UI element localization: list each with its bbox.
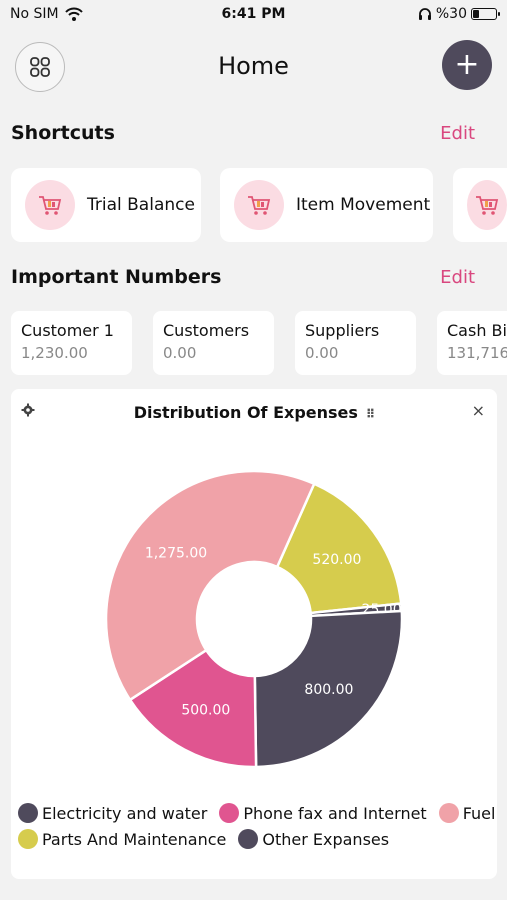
donut-slice-label: 800.00: [304, 682, 353, 698]
page-title: Home: [218, 52, 289, 80]
add-button[interactable]: +: [442, 40, 492, 90]
cart-icon: [39, 196, 62, 215]
status-right: %30: [418, 6, 500, 22]
number-card-suppliers[interactable]: Suppliers 0.00: [295, 311, 416, 375]
important-numbers-title: Important Numbers: [11, 266, 222, 288]
cart-icon: [248, 196, 271, 215]
shortcut-trial-balance[interactable]: Trial Balance: [11, 168, 201, 242]
legend-label: Fuel: [462, 803, 496, 823]
battery-icon: [471, 8, 500, 20]
headphones-icon: [418, 8, 431, 20]
cart-icon-badge: [234, 180, 284, 230]
number-card-customer-1[interactable]: Customer 1 1,230.00: [11, 311, 132, 375]
legend-label: Other Expanses: [262, 829, 390, 849]
shortcut-partial[interactable]: [453, 168, 507, 242]
cart-icon-badge: [467, 180, 507, 230]
cart-icon: [476, 196, 499, 215]
plus-icon: +: [454, 47, 480, 82]
legend-label: Electricity and water: [42, 803, 208, 823]
number-value: 0.00: [305, 344, 339, 362]
legend-item[interactable]: Parts And Maintenance: [18, 829, 226, 849]
numbers-edit-link[interactable]: Edit: [440, 267, 475, 288]
legend-dot: [219, 803, 240, 823]
legend-label: Parts And Maintenance: [42, 829, 227, 849]
shortcut-label: Trial Balance: [87, 195, 195, 215]
donut-slice-label: 520.00: [312, 552, 361, 568]
legend-item[interactable]: Electricity and water: [18, 803, 207, 823]
number-label: Customer 1: [21, 321, 114, 340]
shortcuts-edit-link[interactable]: Edit: [440, 123, 475, 144]
legend-label: Phone fax and Internet: [243, 803, 427, 823]
expenses-chart-card: Distribution Of Expenses ⠿ × 520.00 25.00 8…: [11, 389, 497, 879]
cart-icon-badge: [25, 180, 75, 230]
number-label: Suppliers: [305, 321, 380, 340]
legend-dot: [18, 829, 38, 849]
legend-item[interactable]: Other Expanses: [238, 829, 389, 849]
number-value: 0.00: [163, 344, 197, 362]
number-value: 1,230.00: [21, 344, 88, 362]
legend-dot: [18, 803, 38, 823]
legend-item[interactable]: Phone fax and Internet: [219, 803, 427, 823]
number-value: 131,716: [447, 344, 507, 362]
donut-slice-label: 1,275.00: [145, 546, 207, 562]
battery-percent: %30: [435, 6, 467, 22]
header: Home +: [0, 40, 507, 94]
number-label: Customers: [163, 321, 250, 340]
number-label: Cash Bil: [447, 321, 507, 340]
donut-chart: 520.0025.00800.00500.001,275.00: [104, 469, 404, 769]
status-bar: No SIM 6:41 PM %30: [0, 0, 507, 30]
legend-item[interactable]: Fuel: [438, 803, 496, 823]
legend-dot: [438, 803, 459, 823]
number-card-cash-bills[interactable]: Cash Bil 131,716: [437, 311, 507, 375]
shortcut-label: Item Movement: [296, 195, 431, 215]
donut-slice-label: 500.00: [181, 702, 230, 718]
chart-legend: Electricity and water Phone fax and Inter…: [18, 803, 496, 849]
legend-dot: [238, 829, 259, 849]
shortcut-item-movement[interactable]: Item Movement: [220, 168, 433, 242]
number-card-customers[interactable]: Customers 0.00: [153, 311, 274, 375]
shortcuts-title: Shortcuts: [11, 122, 115, 144]
